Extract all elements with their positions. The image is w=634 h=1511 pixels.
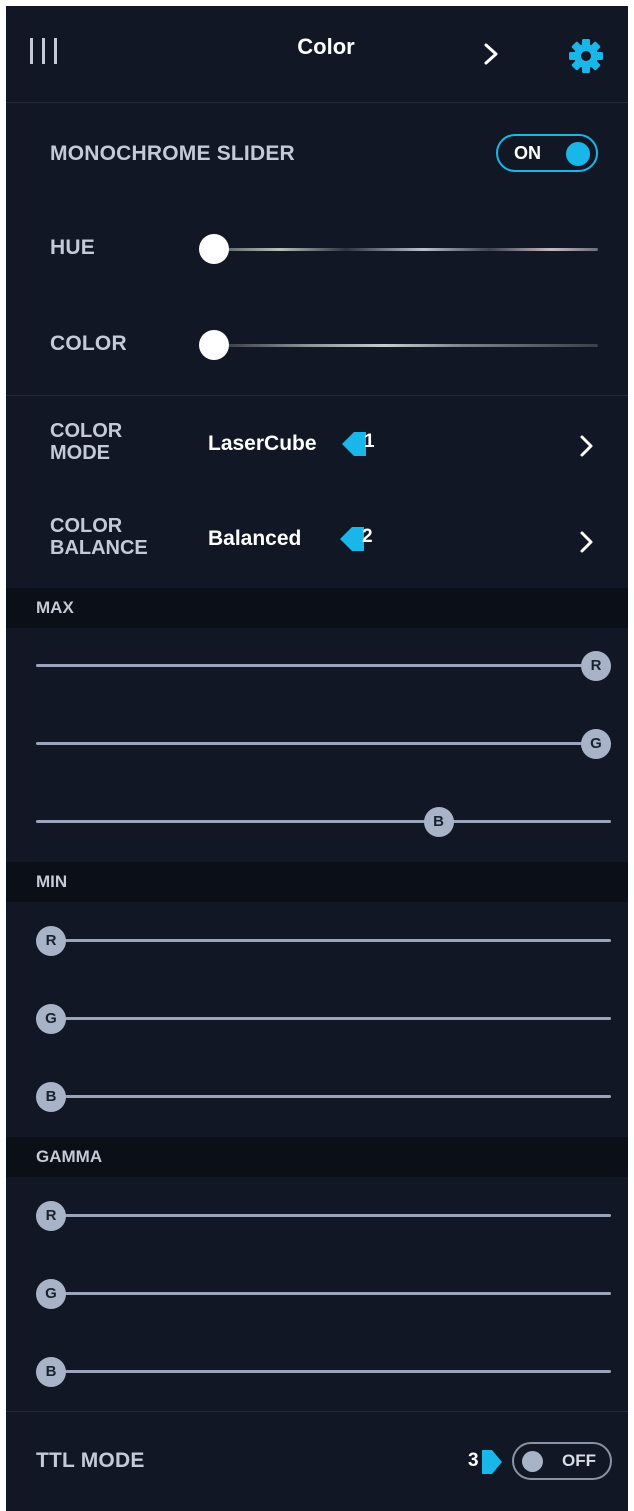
monochrome-toggle[interactable]: ON bbox=[496, 134, 598, 172]
divider bbox=[6, 1411, 628, 1412]
monochrome-slider-label: MONOCHROME SLIDER bbox=[50, 142, 295, 165]
gamma-section-header: GAMMA bbox=[6, 1137, 628, 1177]
ttl-mode-label: TTL MODE bbox=[36, 1449, 145, 1472]
chevron-right-icon[interactable] bbox=[578, 434, 596, 458]
color-label: COLOR bbox=[50, 332, 127, 355]
header-bar: Color bbox=[6, 6, 628, 102]
monochrome-toggle-text: ON bbox=[514, 143, 541, 163]
min-g-slider-knob[interactable]: G bbox=[36, 1004, 66, 1034]
ttl-mode-toggle-text: OFF bbox=[562, 1451, 596, 1470]
min-r-slider-knob[interactable]: R bbox=[36, 926, 66, 956]
chevron-right-icon[interactable] bbox=[578, 530, 596, 554]
gear-icon[interactable] bbox=[568, 38, 604, 74]
color-mode-badge-number: 1 bbox=[364, 431, 375, 452]
min-section-title: MIN bbox=[36, 872, 68, 891]
gamma-b-slider-knob[interactable]: B bbox=[36, 1357, 66, 1387]
gamma-section-title: GAMMA bbox=[36, 1147, 103, 1166]
color-slider-track[interactable] bbox=[210, 344, 598, 347]
ttl-mode-badge-number: 3 bbox=[468, 1450, 479, 1471]
hue-slider-track[interactable] bbox=[210, 248, 598, 251]
color-balance-badge-number: 2 bbox=[362, 526, 373, 547]
max-r-slider-track[interactable] bbox=[36, 664, 611, 667]
min-b-slider-track[interactable] bbox=[36, 1095, 611, 1098]
max-b-slider-knob[interactable]: B bbox=[423, 807, 454, 837]
chevron-right-icon[interactable] bbox=[481, 42, 503, 66]
ttl-mode-toggle[interactable]: OFF bbox=[512, 1442, 612, 1480]
max-r-slider-knob[interactable]: R bbox=[581, 651, 611, 681]
hue-slider-knob[interactable] bbox=[199, 234, 229, 264]
min-r-slider-track[interactable] bbox=[36, 939, 611, 942]
gamma-r-slider-knob[interactable]: R bbox=[36, 1201, 66, 1231]
hue-label: HUE bbox=[50, 236, 95, 259]
min-section-header: MIN bbox=[6, 862, 628, 902]
divider bbox=[6, 102, 628, 103]
toggle-knob bbox=[566, 142, 590, 166]
min-b-slider-knob[interactable]: B bbox=[36, 1082, 66, 1112]
gamma-g-slider-track[interactable] bbox=[36, 1292, 611, 1295]
max-section-title: MAX bbox=[36, 598, 74, 617]
gamma-g-slider-knob[interactable]: G bbox=[36, 1279, 66, 1309]
color-slider-knob[interactable] bbox=[199, 330, 229, 360]
gamma-b-slider-track[interactable] bbox=[36, 1370, 611, 1373]
tag-badge-icon bbox=[482, 1450, 502, 1474]
divider bbox=[6, 395, 628, 396]
gamma-r-slider-track[interactable] bbox=[36, 1214, 611, 1217]
page-title: Color bbox=[297, 34, 355, 59]
max-g-slider-track[interactable] bbox=[36, 742, 611, 745]
color-mode-value: LaserCube bbox=[208, 432, 317, 455]
color-settings-panel: Color MONOCHROME SLIDER ON HUE COLOR COL… bbox=[6, 6, 628, 1511]
max-b-slider-track[interactable] bbox=[36, 820, 611, 823]
color-balance-label: COLOR BALANCE bbox=[50, 515, 148, 559]
max-g-slider-knob[interactable]: G bbox=[581, 729, 611, 759]
color-balance-value: Balanced bbox=[208, 527, 302, 550]
min-g-slider-track[interactable] bbox=[36, 1017, 611, 1020]
color-mode-label: COLOR MODE bbox=[50, 420, 123, 464]
max-section-header: MAX bbox=[6, 588, 628, 628]
toggle-knob bbox=[522, 1451, 543, 1472]
